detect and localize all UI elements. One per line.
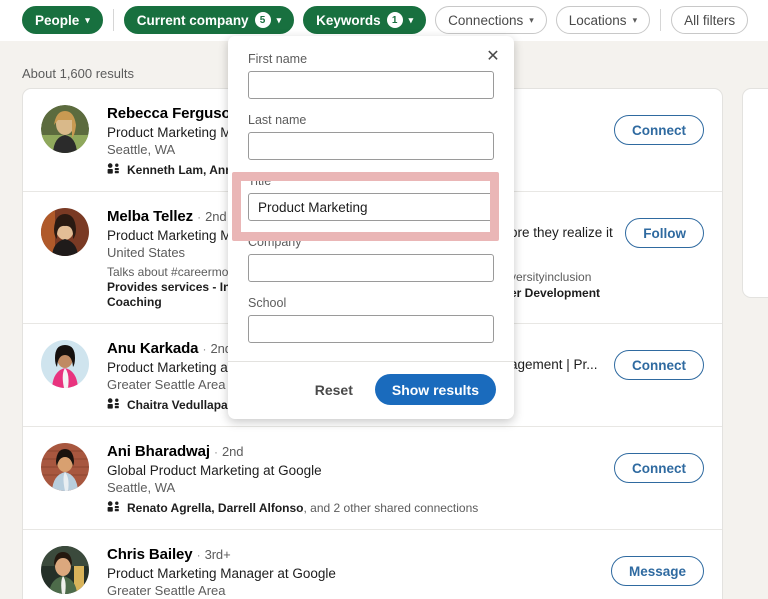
connect-button[interactable]: Connect <box>614 453 704 483</box>
result-name: Rebecca Ferguson <box>107 105 240 122</box>
result-action: Message <box>610 556 704 586</box>
connect-button[interactable]: Connect <box>614 115 704 145</box>
chevron-down-icon: ▾ <box>632 14 638 25</box>
field-company: Company <box>248 235 494 296</box>
name-separator: · <box>202 342 207 356</box>
result-talks-tail: versityinclusion <box>510 270 592 284</box>
right-rail-card <box>742 88 768 298</box>
name-separator: · <box>197 210 202 224</box>
chevron-down-icon: ▾ <box>408 14 414 25</box>
people-icon <box>107 398 120 412</box>
people-icon <box>107 163 120 177</box>
filter-pill-connections[interactable]: Connections ▾ <box>435 6 547 34</box>
first-name-label: First name <box>248 52 308 66</box>
avatar <box>41 208 89 256</box>
title-input[interactable] <box>248 193 494 221</box>
result-location: Greater Seattle Area <box>107 583 226 598</box>
field-title: Title <box>248 174 494 235</box>
filter-divider-1 <box>112 9 114 31</box>
result-name-row[interactable]: Ani Bharadwaj · 2nd <box>107 443 614 460</box>
dropdown-fields: First name Last name Title Company Schoo… <box>228 36 514 361</box>
filter-pill-connections-label: Connections <box>448 12 524 28</box>
filter-pill-all-filters-label: All filters <box>684 12 736 28</box>
result-name: Melba Tellez <box>107 208 194 225</box>
result-degree: 2nd <box>205 209 227 224</box>
avatar <box>41 546 89 594</box>
result-title: Product Marketing Manager at Google <box>107 566 336 581</box>
result-name: Anu Karkada <box>107 340 199 357</box>
result-title: Global Product Marketing at Google <box>107 463 322 478</box>
show-results-button[interactable]: Show results <box>374 374 496 405</box>
result-item[interactable]: Chris Bailey · 3rd+ Product Marketing Ma… <box>23 530 722 599</box>
filter-pill-current-company-label: Current company <box>136 12 249 28</box>
linkedin-people-search-page: People ▾ Current company 5 ▾ Keywords 1 … <box>0 0 768 599</box>
field-last-name: Last name <box>248 113 494 174</box>
filter-pill-people-label: People <box>35 12 80 28</box>
chevron-down-icon: ▾ <box>85 14 90 25</box>
message-button[interactable]: Message <box>610 556 704 586</box>
shared-connections-names: Renato Agrella, Darrell Alfonso <box>127 501 304 515</box>
result-location: Seattle, WA <box>107 480 176 495</box>
result-info: Ani Bharadwaj · 2nd Global Product Marke… <box>107 443 614 515</box>
filter-pill-locations[interactable]: Locations ▾ <box>555 6 651 34</box>
result-degree: 3rd+ <box>204 547 231 562</box>
result-action: Follow <box>625 218 704 248</box>
avatar <box>41 340 89 388</box>
chevron-down-icon: ▾ <box>529 14 534 25</box>
close-icon[interactable]: ✕ <box>484 48 502 66</box>
name-separator: · <box>213 445 218 459</box>
chevron-down-icon: ▾ <box>276 14 282 25</box>
result-action: Connect <box>614 115 704 145</box>
people-icon <box>107 501 120 515</box>
result-degree: 2nd <box>221 444 244 459</box>
filter-pill-current-company-badge: 5 <box>254 12 271 28</box>
filter-pill-all-filters[interactable]: All filters <box>671 6 749 34</box>
filter-pill-current-company[interactable]: Current company 5 ▾ <box>123 6 295 34</box>
result-name-row[interactable]: Chris Bailey · 3rd+ <box>107 546 611 563</box>
filter-pill-people[interactable]: People ▾ <box>22 6 103 34</box>
filter-pill-locations-label: Locations <box>568 12 627 28</box>
field-first-name: First name <box>248 52 494 113</box>
filter-pill-keywords[interactable]: Keywords 1 ▾ <box>303 6 427 34</box>
connect-button[interactable]: Connect <box>614 350 704 380</box>
company-label: Company <box>248 235 302 249</box>
result-name: Chris Bailey <box>107 546 193 563</box>
school-input[interactable] <box>248 315 494 343</box>
result-shared-connections: Renato Agrella, Darrell Alfonso , and 2 … <box>107 501 614 515</box>
result-action: Connect <box>614 350 704 380</box>
filter-divider-2 <box>660 9 662 31</box>
last-name-input[interactable] <box>248 132 494 160</box>
result-title-tail: ore they realize it <box>510 225 613 240</box>
shared-connections-suffix: , and 2 other shared connections <box>303 501 479 515</box>
result-title-tail: agement | Pr... <box>510 357 598 372</box>
result-item[interactable]: Ani Bharadwaj · 2nd Global Product Marke… <box>23 427 722 530</box>
result-info: Chris Bailey · 3rd+ Product Marketing Ma… <box>107 546 611 599</box>
reset-button[interactable]: Reset <box>309 378 359 402</box>
dropdown-footer: Reset Show results <box>228 361 514 419</box>
avatar <box>41 105 89 153</box>
keywords-filter-dropdown: ✕ First name Last name Title Company Sch… <box>228 36 514 419</box>
follow-button[interactable]: Follow <box>625 218 704 248</box>
filter-pill-keywords-label: Keywords <box>316 12 381 28</box>
school-label: School <box>248 296 287 310</box>
filter-bar: People ▾ Current company 5 ▾ Keywords 1 … <box>0 0 768 41</box>
filter-pill-keywords-badge: 1 <box>386 12 403 28</box>
results-count: About 1,600 results <box>22 66 135 81</box>
company-input[interactable] <box>248 254 494 282</box>
title-label: Title <box>248 174 272 188</box>
last-name-label: Last name <box>248 113 307 127</box>
name-separator: · <box>196 548 201 562</box>
first-name-input[interactable] <box>248 71 494 99</box>
field-school: School <box>248 296 494 357</box>
result-services-tail: er Development <box>510 286 601 300</box>
result-action: Connect <box>614 453 704 483</box>
avatar <box>41 443 89 491</box>
result-name: Ani Bharadwaj <box>107 443 210 460</box>
